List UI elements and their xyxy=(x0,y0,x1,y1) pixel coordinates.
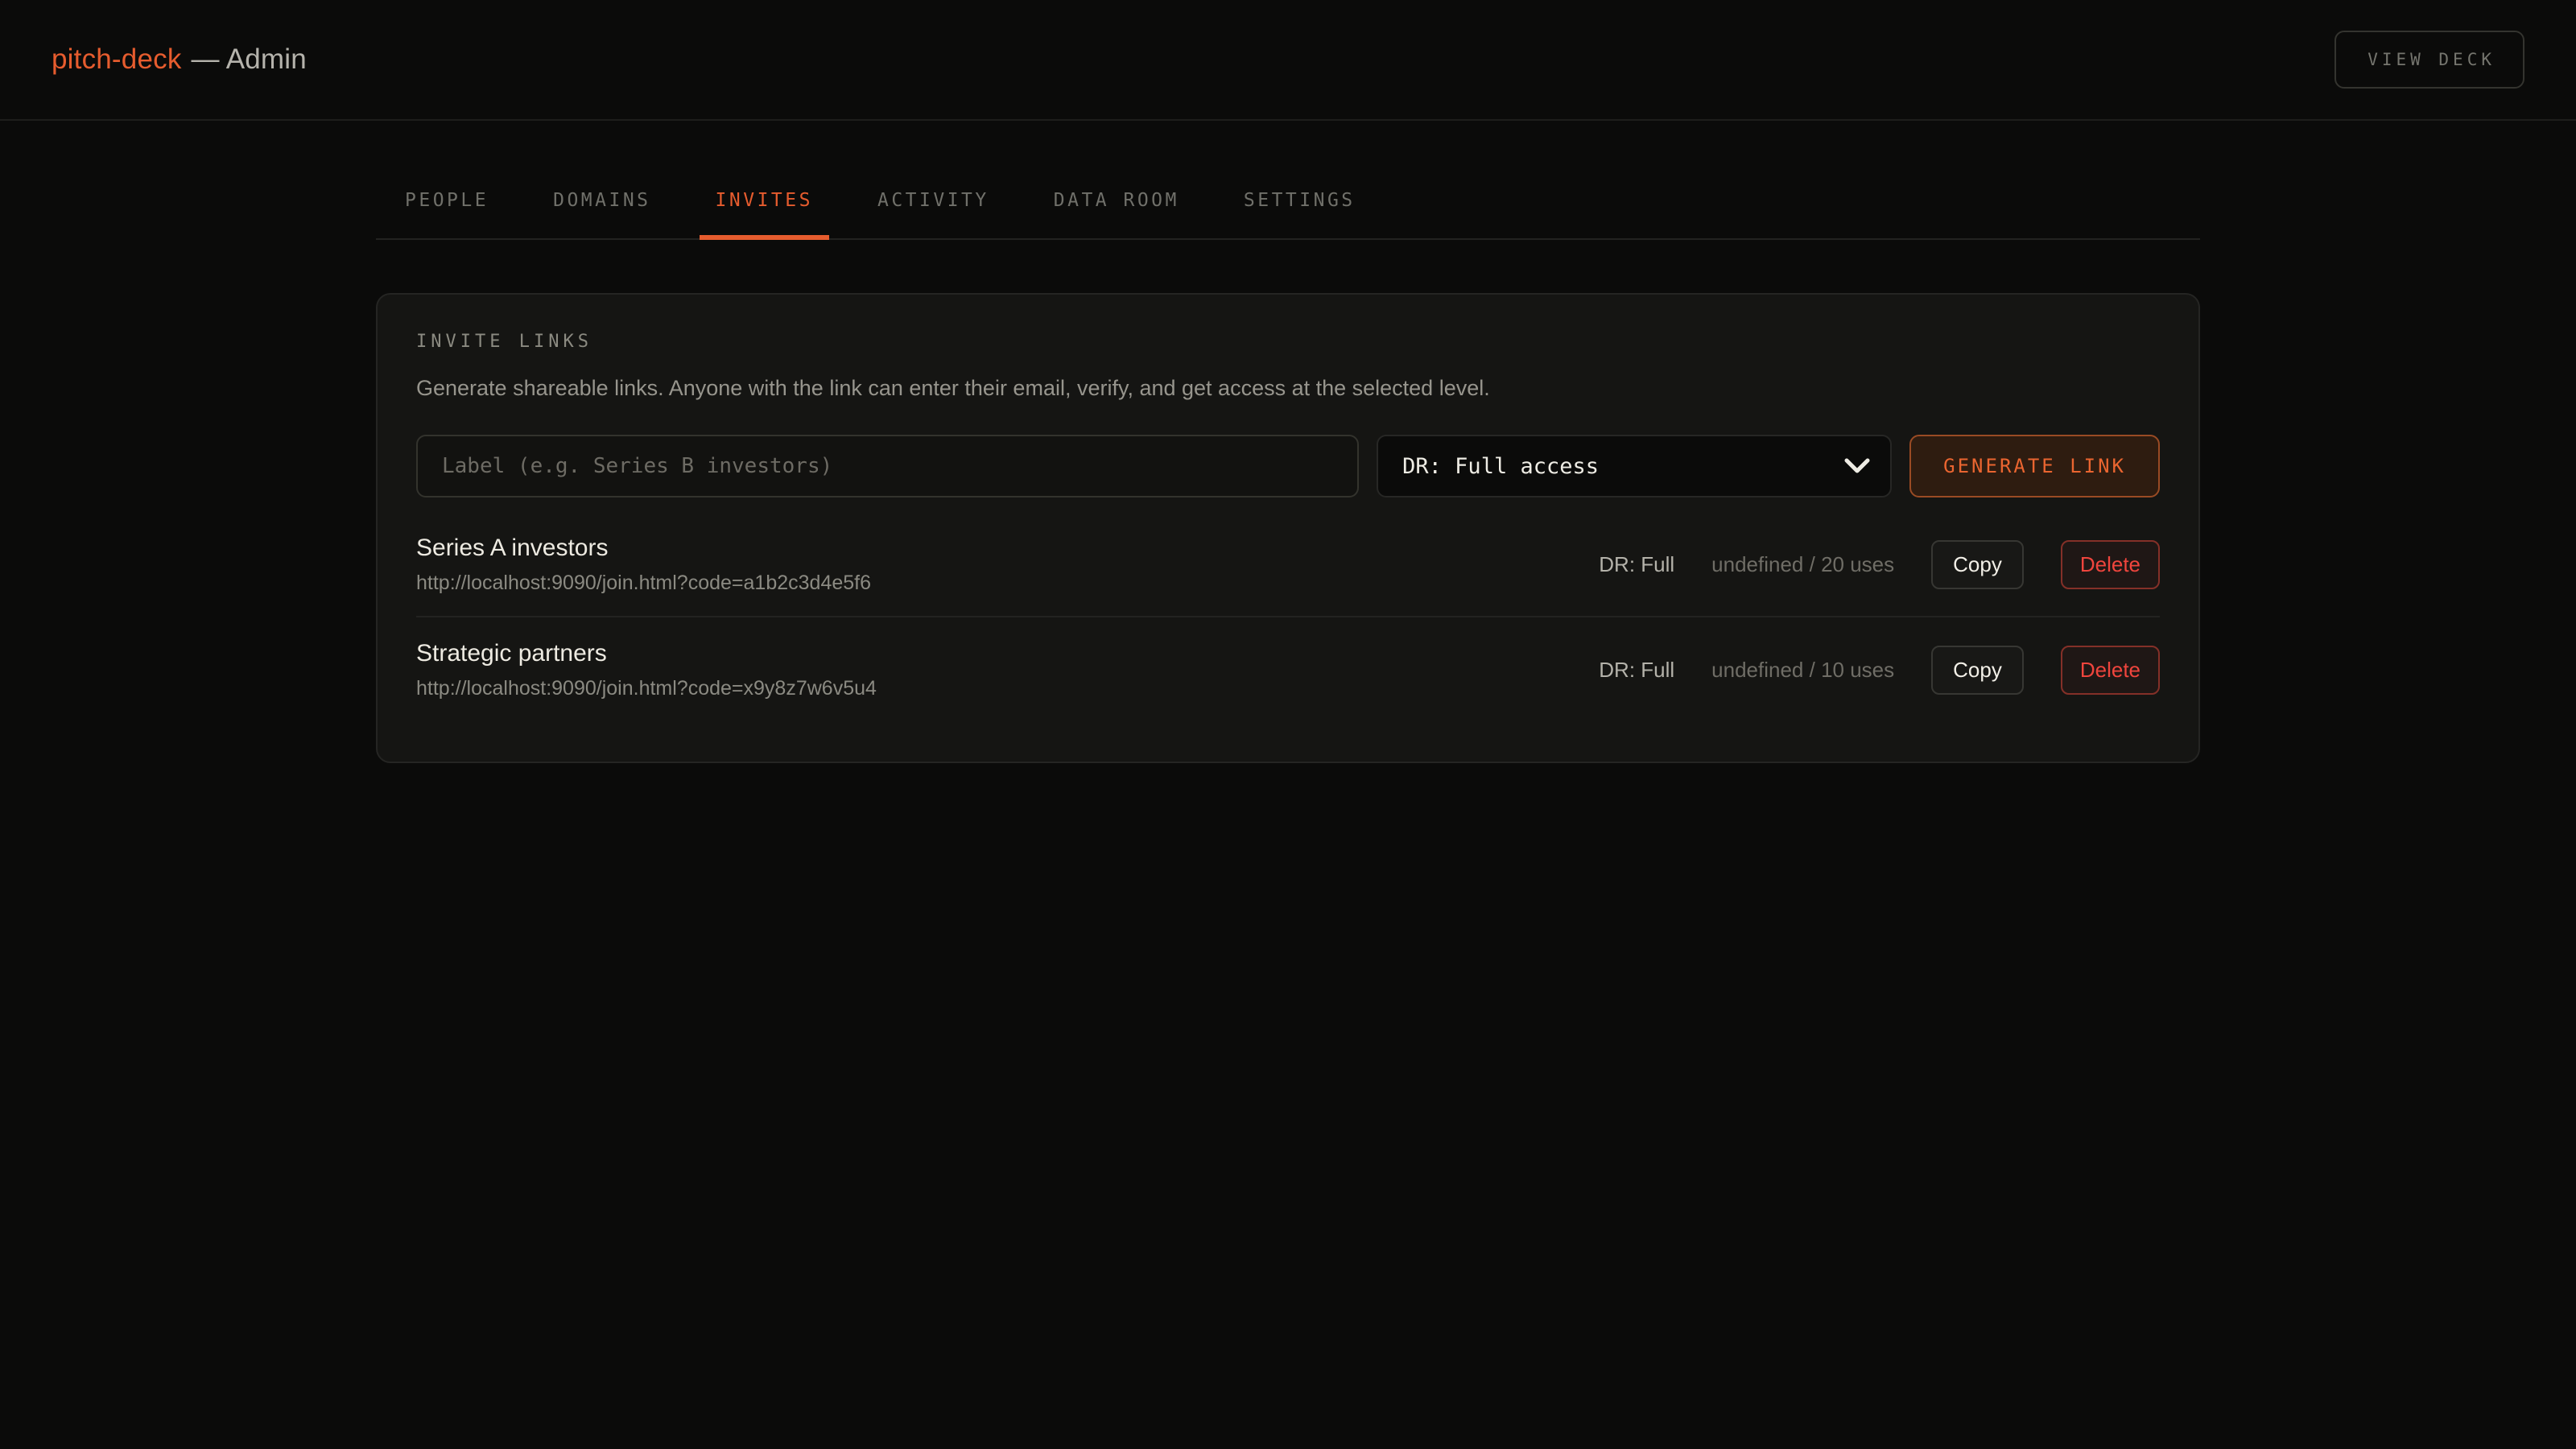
access-level-select-wrap: DR: Full access xyxy=(1377,435,1892,497)
access-level-select[interactable]: DR: Full access xyxy=(1377,435,1892,497)
card-title: INVITE LINKS xyxy=(416,332,2160,352)
invite-links-list: Series A investors http://localhost:9090… xyxy=(416,512,2160,721)
link-meta: DR: Full undefined / 10 uses Copy Delete xyxy=(1599,646,2160,695)
copy-link-button[interactable]: Copy xyxy=(1931,646,2024,695)
tab-people[interactable]: PEOPLE xyxy=(389,166,505,238)
generate-link-form: DR: Full access GENERATE LINK xyxy=(416,435,2160,497)
link-meta: DR: Full undefined / 20 uses Copy Delete xyxy=(1599,540,2160,589)
copy-link-button[interactable]: Copy xyxy=(1931,540,2024,589)
view-deck-button[interactable]: VIEW DECK xyxy=(2334,31,2524,89)
delete-link-button[interactable]: Delete xyxy=(2061,646,2160,695)
tab-data-room[interactable]: DATA ROOM xyxy=(1038,166,1195,238)
link-label: Strategic partners xyxy=(416,640,877,667)
link-uses-count: undefined / 10 uses xyxy=(1711,658,1894,683)
tab-settings[interactable]: SETTINGS xyxy=(1228,166,1372,238)
tab-bar: PEOPLE DOMAINS INVITES ACTIVITY DATA ROO… xyxy=(376,166,2200,240)
link-row: Series A investors http://localhost:9090… xyxy=(416,512,2160,616)
link-label: Series A investors xyxy=(416,535,871,562)
link-info: Strategic partners http://localhost:9090… xyxy=(416,640,877,700)
delete-link-button[interactable]: Delete xyxy=(2061,540,2160,589)
tab-invites[interactable]: INVITES xyxy=(700,166,829,238)
link-uses-count: undefined / 20 uses xyxy=(1711,552,1894,577)
main-content: PEOPLE DOMAINS INVITES ACTIVITY DATA ROO… xyxy=(376,166,2200,763)
link-row: Strategic partners http://localhost:9090… xyxy=(416,616,2160,721)
title-suffix: — Admin xyxy=(192,43,307,75)
tab-domains[interactable]: DOMAINS xyxy=(537,166,667,238)
card-description: Generate shareable links. Anyone with th… xyxy=(416,376,2160,401)
page-title: pitch-deck — Admin xyxy=(52,43,307,76)
generate-link-button[interactable]: GENERATE LINK xyxy=(1909,435,2160,497)
brand-name: pitch-deck xyxy=(52,43,182,75)
tab-activity[interactable]: ACTIVITY xyxy=(861,166,1005,238)
link-label-input[interactable] xyxy=(416,435,1359,497)
app-header: pitch-deck — Admin VIEW DECK xyxy=(0,0,2576,121)
link-url: http://localhost:9090/join.html?code=a1b… xyxy=(416,572,871,595)
link-info: Series A investors http://localhost:9090… xyxy=(416,535,871,595)
link-url: http://localhost:9090/join.html?code=x9y… xyxy=(416,677,877,700)
invite-links-card: INVITE LINKS Generate shareable links. A… xyxy=(376,293,2200,763)
link-access-level: DR: Full xyxy=(1599,552,1674,577)
link-access-level: DR: Full xyxy=(1599,658,1674,683)
